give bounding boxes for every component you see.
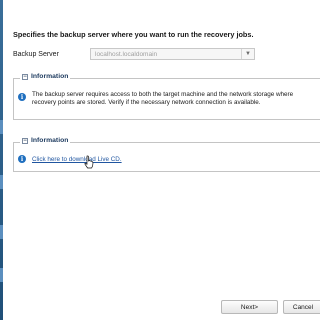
- backup-server-label: Backup Server: [13, 51, 59, 58]
- panel-legend: − Information: [20, 137, 71, 144]
- window-top-bar: [3, 0, 320, 13]
- info-icon: i: [18, 155, 26, 163]
- page-heading: Specifies the backup server where you wa…: [13, 30, 254, 39]
- panel-title: Information: [31, 73, 69, 80]
- information-panel: − Information i The backup server requir…: [13, 73, 320, 120]
- chevron-down-icon[interactable]: ▼: [241, 49, 254, 59]
- collapse-toggle-icon[interactable]: −: [22, 137, 28, 144]
- information-panel-livecd: − Information i Click here to download L…: [13, 137, 320, 172]
- hand-cursor-icon: [84, 155, 94, 169]
- panel-legend: − Information: [20, 73, 71, 80]
- info-icon: i: [18, 93, 26, 101]
- info-text-line: The backup server requires access to bot…: [32, 91, 294, 98]
- backup-server-value: localhost.localdomain: [95, 51, 158, 58]
- backup-server-select[interactable]: localhost.localdomain ▼: [90, 48, 255, 60]
- recovery-wizard-window: Specifies the backup server where you wa…: [3, 0, 320, 320]
- collapse-toggle-icon[interactable]: −: [22, 73, 28, 80]
- next-button[interactable]: Next>: [221, 300, 278, 314]
- info-text-line: recovery points are stored. Verify if th…: [32, 99, 261, 106]
- panel-title: Information: [31, 137, 69, 144]
- download-livecd-link[interactable]: Click here to download Live CD.: [32, 156, 122, 163]
- cancel-button[interactable]: Cancel: [283, 300, 320, 314]
